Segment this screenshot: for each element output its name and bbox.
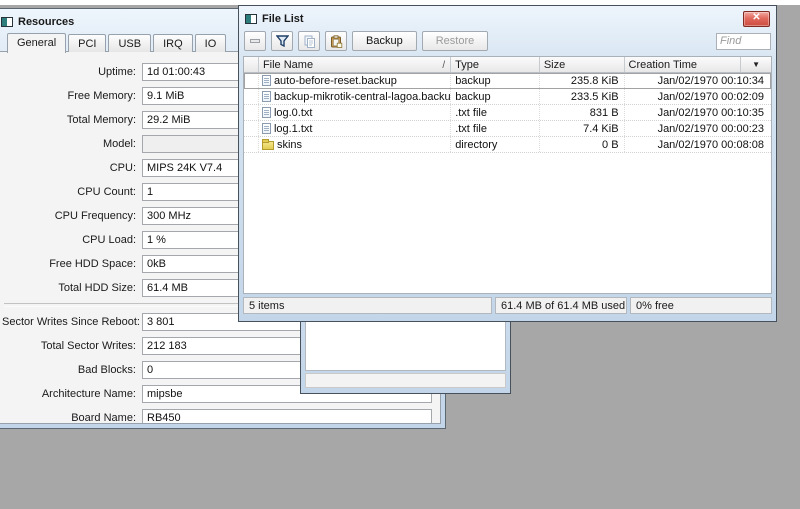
- file-size-cell: 831 B: [540, 105, 625, 120]
- file-type-cell: directory: [451, 137, 540, 152]
- restore-button[interactable]: Restore: [421, 31, 489, 51]
- file-name-label: skins: [276, 138, 302, 151]
- row-gutter-cell: [244, 137, 259, 152]
- filter-button[interactable]: [271, 31, 293, 51]
- column-header-size[interactable]: Size: [540, 57, 625, 72]
- file-creation-time-cell: Jan/02/1970 00:02:09: [657, 90, 764, 103]
- file-type-cell: backup: [451, 73, 540, 88]
- paste-button[interactable]: [325, 31, 347, 51]
- status-item-count: 5 items: [243, 297, 492, 314]
- file-size-cell: 0 B: [540, 137, 625, 152]
- file-list-window: File List ✕ Backup Restore Find File Nam…: [238, 5, 777, 322]
- remove-button[interactable]: [244, 31, 266, 51]
- file-name-label: log.1.txt: [273, 122, 313, 135]
- row-gutter-cell: [244, 89, 259, 104]
- field-label: Total Memory:: [66, 114, 136, 126]
- chevron-down-icon: ▼: [752, 60, 760, 69]
- tab-irq[interactable]: IRQ: [153, 34, 193, 52]
- minus-icon: [250, 39, 260, 43]
- file-name-cell: backup-mikrotik-central-lagoa.backup: [259, 89, 452, 104]
- field-label: CPU Load:: [82, 234, 136, 246]
- file-name-cell: auto-before-reset.backup: [259, 73, 452, 88]
- column-header-file-name[interactable]: File Name /: [259, 57, 452, 72]
- file-table-header: File Name / Type Size Creation Time ▼: [244, 57, 771, 73]
- find-input[interactable]: [716, 32, 771, 50]
- folder-icon: [261, 138, 274, 150]
- file-name-cell: log.1.txt: [259, 121, 452, 136]
- file-list-toolbar: Backup Restore: [243, 28, 772, 56]
- tab-general[interactable]: General: [7, 33, 67, 53]
- table-row[interactable]: backup-mikrotik-central-lagoa.backup back…: [244, 89, 771, 105]
- sort-ascending-icon: /: [442, 59, 446, 71]
- copy-button[interactable]: [298, 31, 320, 51]
- row-gutter-cell: [244, 121, 259, 136]
- file-list-titlebar[interactable]: File List ✕: [243, 8, 772, 28]
- close-icon[interactable]: ✕: [743, 10, 770, 27]
- file-creation-time-cell: Jan/02/1970 00:08:08: [657, 138, 764, 151]
- file-table: File Name / Type Size Creation Time ▼ au…: [243, 56, 772, 294]
- document-icon: [261, 107, 271, 118]
- table-row[interactable]: skins directory 0 B Jan/02/1970 00:08:08: [244, 137, 771, 153]
- file-name-cell: log.0.txt: [259, 105, 452, 120]
- file-creation-time-cell: Jan/02/1970 00:00:23: [657, 122, 764, 135]
- paste-icon: [330, 34, 342, 48]
- document-icon: [261, 91, 271, 102]
- file-size-cell: 233.5 KiB: [540, 89, 625, 104]
- column-header-gutter: [244, 57, 259, 72]
- file-list-statusbar: 5 items 61.4 MB of 61.4 MB used 0% free: [243, 294, 772, 317]
- file-name-label: log.0.txt: [273, 106, 313, 119]
- row-gutter-cell: [244, 73, 259, 88]
- field-label: Uptime:: [98, 66, 136, 78]
- file-size-cell: 7.4 KiB: [540, 121, 625, 136]
- row-gutter-cell: [244, 105, 259, 120]
- field-label: Architecture Name:: [41, 388, 136, 400]
- column-menu-button[interactable]: ▼: [741, 57, 771, 72]
- hidden-window-statusbar: [305, 373, 506, 388]
- backup-button[interactable]: Backup: [352, 31, 417, 51]
- column-label: File Name: [262, 59, 314, 71]
- file-size-cell: 235.8 KiB: [540, 73, 625, 88]
- tab-pci[interactable]: PCI: [68, 34, 107, 52]
- document-icon: [261, 75, 271, 86]
- field-label: Total HDD Size:: [58, 282, 136, 294]
- field-label: Sector Writes Since Reboot:: [2, 316, 140, 328]
- copy-icon: [304, 35, 315, 48]
- file-creation-time-cell: Jan/02/1970 00:10:35: [657, 106, 764, 119]
- field-label: CPU Count:: [77, 186, 136, 198]
- file-creation-time-cell: Jan/02/1970 00:10:34: [657, 74, 764, 87]
- file-name-cell: skins: [259, 137, 452, 152]
- resource-field-row: Board Name: RB450: [0, 406, 440, 424]
- file-list-title: File List: [262, 12, 304, 25]
- document-icon: [261, 123, 271, 134]
- file-type-cell: backup: [451, 89, 540, 104]
- field-label: CPU:: [109, 162, 136, 174]
- resources-title: Resources: [18, 15, 75, 28]
- table-row[interactable]: log.0.txt .txt file 831 B Jan/02/1970 00:10…: [244, 105, 771, 121]
- file-type-cell: .txt file: [451, 105, 540, 120]
- file-name-label: auto-before-reset.backup: [273, 74, 397, 87]
- field-label: Model:: [102, 138, 136, 150]
- column-header-type[interactable]: Type: [451, 57, 540, 72]
- file-type-cell: .txt file: [451, 121, 540, 136]
- table-row[interactable]: log.1.txt .txt file 7.4 KiB Jan/02/1970 00:…: [244, 121, 771, 137]
- field-label: Bad Blocks:: [77, 364, 136, 376]
- field-label: Board Name:: [71, 412, 136, 424]
- column-header-creation-time[interactable]: Creation Time: [625, 57, 742, 72]
- tab-io[interactable]: IO: [194, 34, 227, 52]
- filter-funnel-icon: [275, 34, 289, 47]
- field-label: Total Sector Writes:: [40, 340, 136, 352]
- table-row[interactable]: auto-before-reset.backup backup 235.8 KiB J…: [244, 73, 771, 89]
- field-label: CPU Frequency:: [54, 210, 136, 222]
- field-label: Free Memory:: [67, 90, 136, 102]
- field-label: Free HDD Space:: [49, 258, 136, 270]
- app-window-icon: [1, 16, 13, 27]
- status-disk-usage: 61.4 MB of 61.4 MB used: [495, 297, 627, 314]
- status-free-space: 0% free: [630, 297, 772, 314]
- file-name-label: backup-mikrotik-central-lagoa.backup: [273, 90, 452, 103]
- field-value: RB450: [142, 409, 432, 423]
- file-table-body: auto-before-reset.backup backup 235.8 KiB J…: [244, 73, 771, 153]
- app-window-icon: [245, 13, 257, 24]
- tab-usb[interactable]: USB: [108, 34, 152, 52]
